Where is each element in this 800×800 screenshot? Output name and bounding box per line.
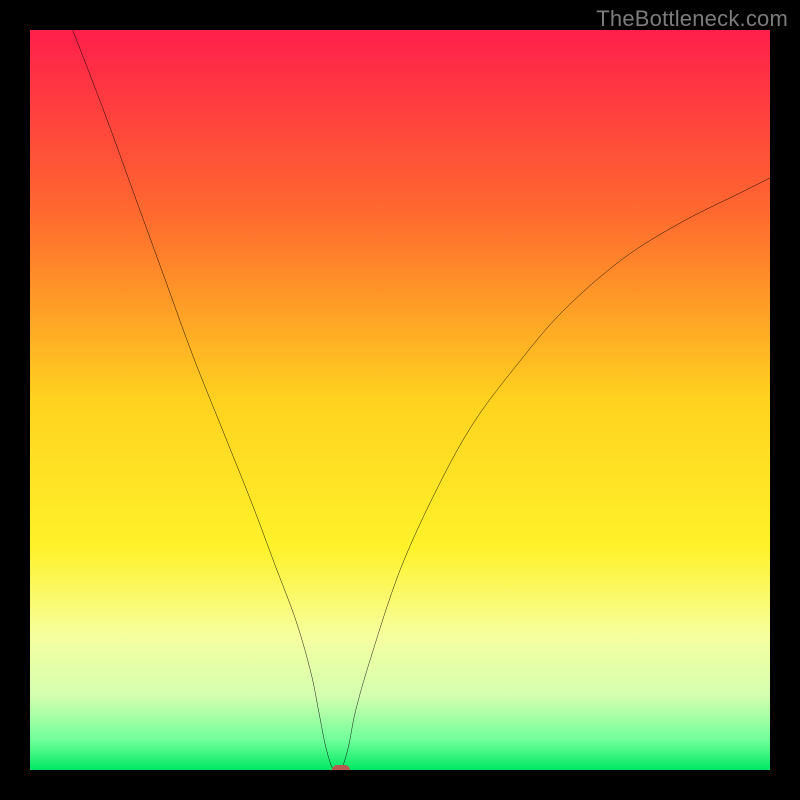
watermark-text: TheBottleneck.com (596, 6, 788, 32)
bottleneck-curve (30, 30, 770, 770)
chart-frame: TheBottleneck.com (0, 0, 800, 800)
optimum-marker (332, 765, 350, 770)
plot-area (30, 30, 770, 770)
